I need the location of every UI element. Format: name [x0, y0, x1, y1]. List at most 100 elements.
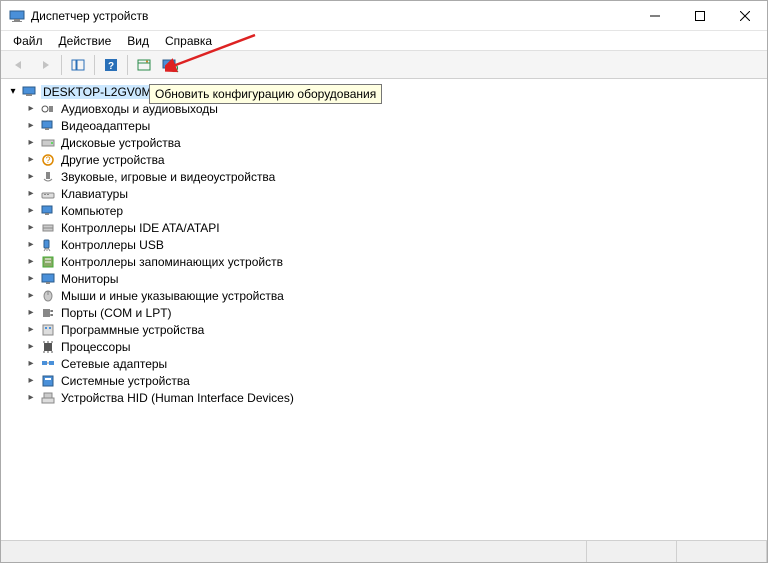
category-icon [40, 118, 56, 134]
category-icon [40, 237, 56, 253]
category-node[interactable]: ▸ Контроллеры запоминающих устройств [3, 253, 765, 270]
expand-arrow-icon[interactable]: ▸ [25, 120, 37, 131]
expand-arrow-icon[interactable]: ▸ [25, 256, 37, 267]
category-icon: ? [40, 152, 56, 168]
expand-arrow-icon[interactable]: ▸ [25, 290, 37, 301]
expand-arrow-icon[interactable]: ▸ [25, 137, 37, 148]
category-label: Контроллеры IDE ATA/ATAPI [59, 221, 222, 235]
root-label: DESKTOP-L2GV0M [41, 85, 153, 99]
category-node[interactable]: ▸ Видеоадаптеры [3, 117, 765, 134]
minimize-button[interactable] [632, 1, 677, 30]
category-node[interactable]: ▸ Мыши и иные указывающие устройства [3, 287, 765, 304]
category-icon [40, 271, 56, 287]
category-icon [40, 135, 56, 151]
category-label: Другие устройства [59, 153, 167, 167]
category-label: Звуковые, игровые и видеоустройства [59, 170, 277, 184]
category-icon [40, 356, 56, 372]
category-icon [40, 305, 56, 321]
menu-help[interactable]: Справка [159, 32, 218, 50]
menu-file[interactable]: Файл [7, 32, 49, 50]
separator [127, 55, 128, 75]
category-label: Контроллеры USB [59, 238, 166, 252]
category-label: Программные устройства [59, 323, 206, 337]
category-label: Дисковые устройства [59, 136, 183, 150]
category-node[interactable]: ▸ Мониторы [3, 270, 765, 287]
close-button[interactable] [722, 1, 767, 30]
maximize-button[interactable] [677, 1, 722, 30]
category-node[interactable]: ▸ Порты (COM и LPT) [3, 304, 765, 321]
category-icon [40, 339, 56, 355]
menubar: Файл Действие Вид Справка [1, 31, 767, 51]
category-label: Контроллеры запоминающих устройств [59, 255, 285, 269]
category-icon [40, 101, 56, 117]
back-button[interactable] [7, 54, 31, 76]
expand-arrow-icon[interactable]: ▸ [25, 358, 37, 369]
root-node[interactable]: ▾ DESKTOP-L2GV0M [3, 83, 765, 100]
category-node[interactable]: ▸ Компьютер [3, 202, 765, 219]
category-icon [40, 169, 56, 185]
expand-arrow-icon[interactable]: ▸ [25, 375, 37, 386]
titlebar: Диспетчер устройств [1, 1, 767, 31]
category-node[interactable]: ▸Процессоры [3, 338, 765, 355]
help-button[interactable]: ? [99, 54, 123, 76]
category-icon [40, 288, 56, 304]
device-manager-window: Диспетчер устройств Файл Действие Вид Сп… [0, 0, 768, 563]
category-node[interactable]: ▸? Другие устройства [3, 151, 765, 168]
category-icon [40, 203, 56, 219]
expand-arrow-icon[interactable]: ▸ [25, 154, 37, 165]
scan-hardware-button[interactable] [158, 54, 182, 76]
category-icon [40, 186, 56, 202]
expand-arrow-icon[interactable]: ▸ [25, 171, 37, 182]
expand-arrow-icon[interactable]: ▸ [25, 205, 37, 216]
computer-icon [22, 84, 38, 100]
category-label: Компьютер [59, 204, 125, 218]
category-node[interactable]: ▸ Сетевые адаптеры [3, 355, 765, 372]
category-label: Системные устройства [59, 374, 192, 388]
category-label: Мониторы [59, 272, 120, 286]
category-label: Мыши и иные указывающие устройства [59, 289, 286, 303]
category-icon [40, 390, 56, 406]
toolbar: ? [1, 51, 767, 79]
menu-action[interactable]: Действие [53, 32, 118, 50]
category-node[interactable]: ▸ Дисковые устройства [3, 134, 765, 151]
category-node[interactable]: ▸ Устройства HID (Human Interface Devices… [3, 389, 765, 406]
show-hide-tree-button[interactable] [66, 54, 90, 76]
window-title: Диспетчер устройств [31, 9, 632, 23]
properties-button[interactable] [132, 54, 156, 76]
expand-arrow-icon[interactable]: ▸ [25, 222, 37, 233]
category-icon [40, 322, 56, 338]
category-node[interactable]: ▸ Программные устройства [3, 321, 765, 338]
expand-arrow-icon[interactable]: ▸ [25, 273, 37, 284]
category-node[interactable]: ▸ Звуковые, игровые и видеоустройства [3, 168, 765, 185]
category-label: Клавиатуры [59, 187, 130, 201]
category-node[interactable]: ▸ Контроллеры IDE ATA/ATAPI [3, 219, 765, 236]
menu-view[interactable]: Вид [121, 32, 155, 50]
expand-arrow-icon[interactable]: ▾ [7, 86, 19, 97]
expand-arrow-icon[interactable]: ▸ [25, 341, 37, 352]
statusbar [1, 540, 767, 562]
tooltip: Обновить конфигурацию оборудования [149, 84, 382, 104]
separator [94, 55, 95, 75]
category-label: Устройства HID (Human Interface Devices) [59, 391, 296, 405]
category-node[interactable]: ▸ Клавиатуры [3, 185, 765, 202]
category-label: Сетевые адаптеры [59, 357, 169, 371]
expand-arrow-icon[interactable]: ▸ [25, 103, 37, 114]
app-icon [9, 8, 25, 24]
forward-button[interactable] [33, 54, 57, 76]
expand-arrow-icon[interactable]: ▸ [25, 307, 37, 318]
expand-arrow-icon[interactable]: ▸ [25, 188, 37, 199]
device-tree[interactable]: ▾ DESKTOP-L2GV0M ▸Аудиовходы и аудиовыхо… [1, 79, 767, 540]
category-icon [40, 220, 56, 236]
svg-text:?: ? [45, 155, 50, 165]
category-label: Видеоадаптеры [59, 119, 152, 133]
category-label: Порты (COM и LPT) [59, 306, 174, 320]
category-node[interactable]: ▸ Системные устройства [3, 372, 765, 389]
separator [61, 55, 62, 75]
category-icon [40, 254, 56, 270]
category-node[interactable]: ▸ Контроллеры USB [3, 236, 765, 253]
expand-arrow-icon[interactable]: ▸ [25, 239, 37, 250]
expand-arrow-icon[interactable]: ▸ [25, 392, 37, 403]
expand-arrow-icon[interactable]: ▸ [25, 324, 37, 335]
svg-text:?: ? [108, 61, 114, 72]
category-node[interactable]: ▸Аудиовходы и аудиовыходы [3, 100, 765, 117]
